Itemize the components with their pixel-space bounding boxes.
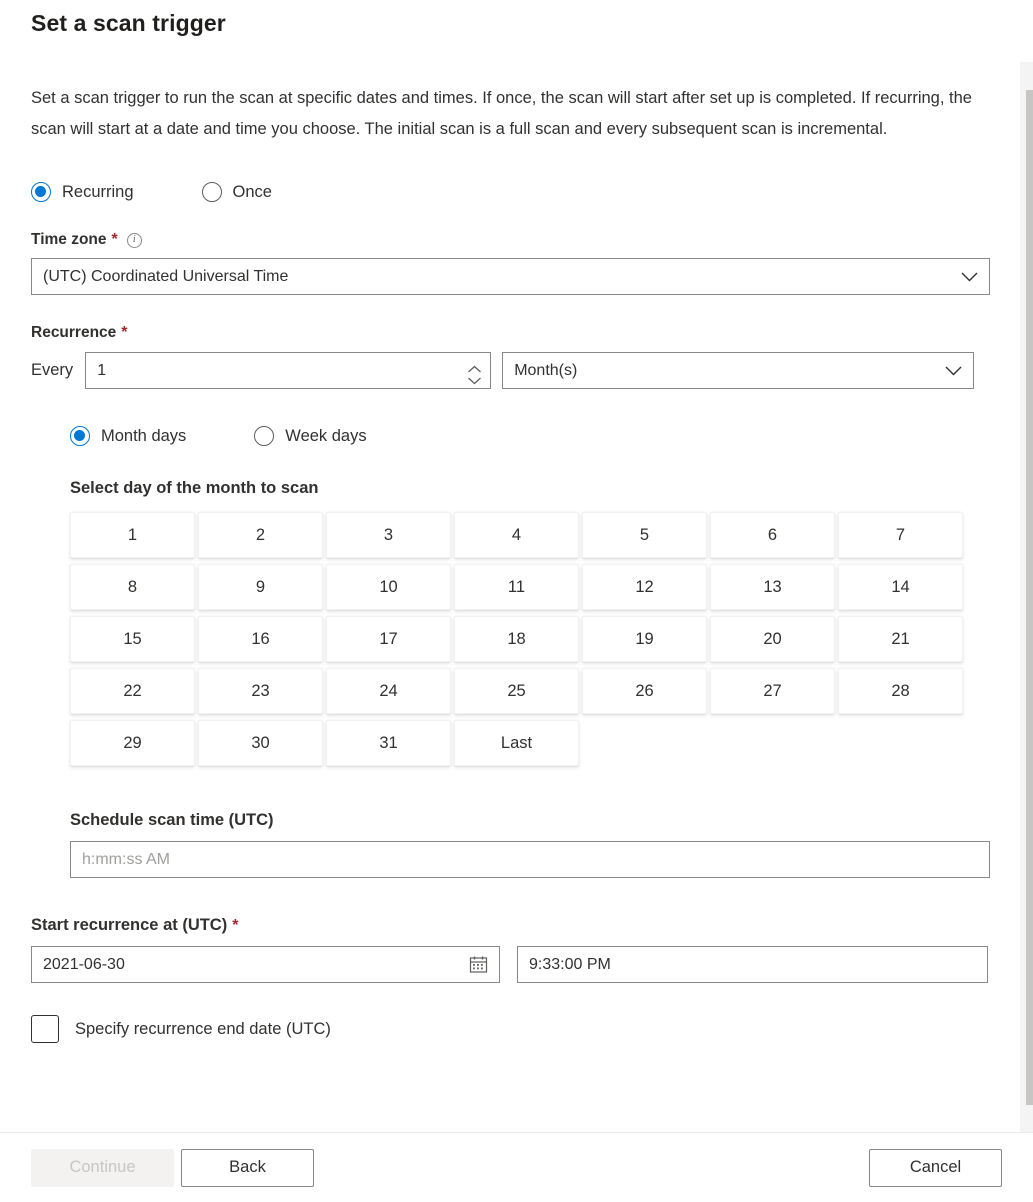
every-label: Every — [31, 361, 74, 379]
back-button[interactable]: Back — [181, 1148, 314, 1187]
day-cell[interactable]: 31 — [326, 720, 451, 766]
checkbox-icon[interactable] — [31, 1015, 59, 1043]
schedule-time-label: Schedule scan time (UTC) — [70, 811, 274, 829]
recurrence-every-row: Every 1 Month(s) — [31, 352, 988, 389]
start-date-input[interactable]: 2021-06-30 — [31, 946, 500, 983]
day-cell[interactable]: Last — [454, 720, 579, 766]
day-cell[interactable]: 6 — [710, 512, 835, 558]
day-cell[interactable]: 12 — [582, 564, 707, 610]
day-grid-caption: Select day of the month to scan — [70, 479, 319, 497]
radio-once-icon[interactable] — [201, 182, 222, 202]
day-cell[interactable]: 27 — [710, 668, 835, 714]
start-recurrence-required-mark: * — [232, 916, 239, 934]
day-mode-section: Month days Week days Select day of the m… — [31, 426, 990, 878]
day-cell[interactable]: 13 — [710, 564, 835, 610]
panel-footer: Continue Back Cancel — [0, 1132, 1033, 1202]
chevron-down-icon[interactable] — [945, 366, 962, 376]
day-cell[interactable]: 9 — [198, 564, 323, 610]
day-cell[interactable]: 28 — [838, 668, 963, 714]
radio-recurring-icon[interactable] — [31, 182, 51, 202]
day-cell[interactable]: 20 — [710, 616, 835, 662]
start-time-input[interactable]: 9:33:00 PM — [517, 946, 988, 983]
scrollbar-thumb[interactable] — [1026, 90, 1033, 1105]
day-cell[interactable]: 21 — [838, 616, 963, 662]
continue-button[interactable]: Continue — [31, 1148, 174, 1187]
info-icon[interactable]: i — [126, 232, 142, 248]
radio-option-month-days[interactable]: Month days — [70, 426, 186, 446]
radio-option-recurring[interactable]: Recurring — [31, 182, 134, 202]
recurrence-label-row: Recurrence * — [31, 324, 988, 342]
radio-option-once[interactable]: Once — [201, 182, 272, 202]
calendar-icon[interactable] — [469, 955, 488, 974]
specify-end-date-label: Specify recurrence end date (UTC) — [75, 1019, 331, 1038]
day-cell[interactable]: 4 — [454, 512, 579, 558]
day-cell[interactable]: 14 — [838, 564, 963, 610]
recurrence-required-mark: * — [121, 324, 128, 341]
chevron-up-icon[interactable] — [467, 361, 482, 372]
radio-month-days-label: Month days — [101, 426, 187, 445]
specify-end-date-checkbox-row[interactable]: Specify recurrence end date (UTC) — [31, 1015, 988, 1061]
day-cell[interactable]: 19 — [582, 616, 707, 662]
day-cell[interactable]: 10 — [326, 564, 451, 610]
day-cell[interactable]: 26 — [582, 668, 707, 714]
cancel-button[interactable]: Cancel — [869, 1148, 1002, 1187]
day-mode-radio-group: Month days Week days — [70, 426, 988, 446]
scan-trigger-panel: Set a scan trigger Set a scan trigger to… — [0, 0, 1033, 1132]
day-cell[interactable]: 3 — [326, 512, 451, 558]
start-date-value: 2021-06-30 — [43, 955, 125, 973]
start-recurrence-row: 2021-06-30 9:33:00 PM — [31, 946, 988, 983]
day-cell[interactable]: 18 — [454, 616, 579, 662]
timezone-required-mark: * — [111, 231, 118, 248]
radio-month-days-icon[interactable] — [70, 426, 90, 446]
start-time-value: 9:33:00 PM — [529, 955, 611, 973]
day-cell[interactable]: 1 — [70, 512, 195, 558]
radio-recurring-label: Recurring — [62, 182, 134, 201]
schedule-time-input[interactable]: h:mm:ss AM — [70, 841, 990, 878]
recurrence-interval-stepper[interactable]: 1 — [85, 352, 492, 389]
day-cell[interactable]: 11 — [454, 564, 579, 610]
timezone-value: (UTC) Coordinated Universal Time — [43, 267, 289, 285]
day-cell[interactable]: 8 — [70, 564, 195, 610]
trigger-mode-radio-group: Recurring Once — [31, 182, 988, 202]
day-cell[interactable]: 7 — [838, 512, 963, 558]
day-cell[interactable]: 23 — [198, 668, 323, 714]
recurrence-label: Recurrence — [31, 324, 117, 341]
radio-week-days-label: Week days — [285, 426, 367, 445]
day-cell[interactable]: 24 — [326, 668, 451, 714]
radio-week-days-icon[interactable] — [254, 426, 275, 446]
schedule-time-placeholder: h:mm:ss AM — [82, 850, 171, 868]
day-cell[interactable]: 16 — [198, 616, 323, 662]
recurrence-unit-dropdown[interactable]: Month(s) — [502, 352, 975, 389]
page-title: Set a scan trigger — [31, 10, 226, 36]
stepper-buttons — [459, 353, 490, 388]
day-cell[interactable]: 30 — [198, 720, 323, 766]
day-cell[interactable]: 17 — [326, 616, 451, 662]
timezone-label: Time zone — [31, 231, 107, 248]
day-cell[interactable]: 15 — [70, 616, 195, 662]
recurrence-unit-value: Month(s) — [514, 361, 578, 379]
radio-once-label: Once — [232, 182, 272, 201]
day-cell[interactable]: 29 — [70, 720, 195, 766]
day-cell[interactable]: 5 — [582, 512, 707, 558]
timezone-dropdown[interactable]: (UTC) Coordinated Universal Time — [31, 258, 990, 295]
day-cell[interactable]: 25 — [454, 668, 579, 714]
start-recurrence-label: Start recurrence at (UTC) — [31, 916, 228, 934]
page-description: Set a scan trigger to run the scan at sp… — [31, 89, 972, 138]
start-recurrence-label-row: Start recurrence at (UTC) * — [31, 916, 988, 935]
radio-option-week-days[interactable]: Week days — [254, 426, 367, 446]
day-cell[interactable]: 2 — [198, 512, 323, 558]
chevron-down-icon[interactable] — [467, 372, 482, 384]
recurrence-interval-value: 1 — [97, 361, 107, 379]
timezone-label-row: Time zone * i — [31, 231, 988, 249]
panel-content: Set a scan trigger Set a scan trigger to… — [0, 0, 1019, 1061]
chevron-down-icon[interactable] — [961, 272, 978, 282]
month-day-grid: 1 2 3 4 5 6 7 8 9 10 11 12 13 14 15 16 17 18 19 20 21 22 23 24 2… — [70, 512, 988, 766]
day-cell[interactable]: 22 — [70, 668, 195, 714]
